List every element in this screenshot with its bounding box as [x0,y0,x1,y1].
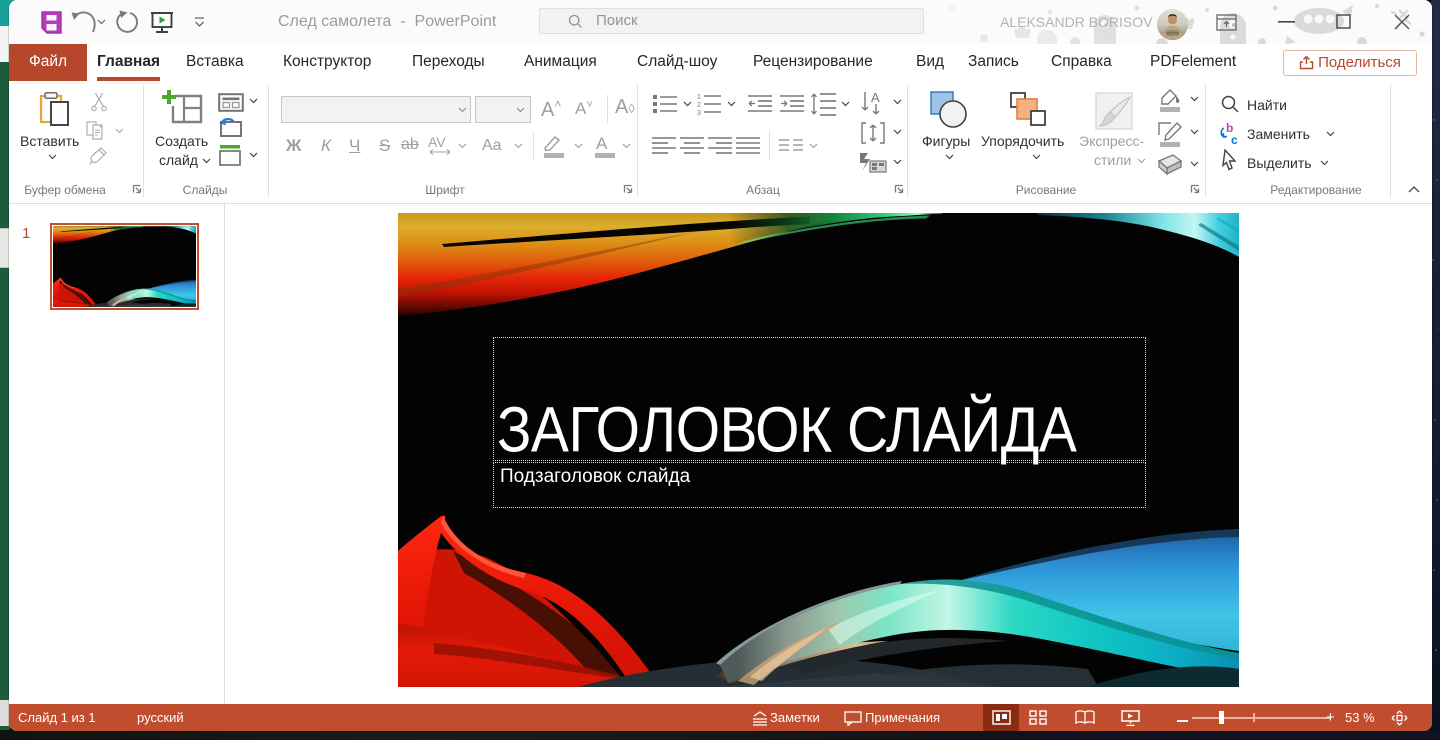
svg-text:3: 3 [697,110,701,116]
svg-text:A: A [596,134,608,153]
svg-text:1: 1 [697,94,701,101]
svg-text:c: c [1231,133,1238,146]
svg-text:A: A [871,90,880,105]
svg-text:AV: AV [428,135,446,150]
svg-text:2: 2 [697,102,701,109]
